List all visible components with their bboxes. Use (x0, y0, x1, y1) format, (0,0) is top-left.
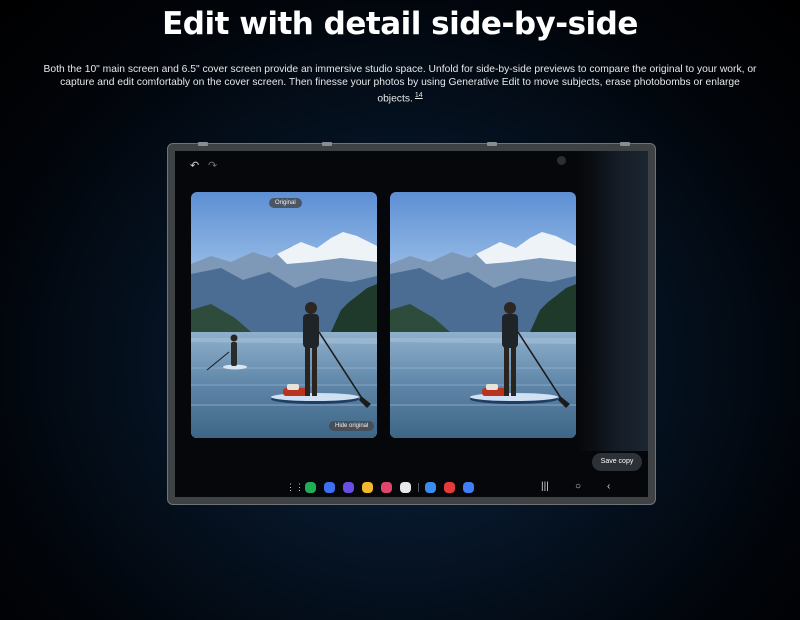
cloud-app-icon[interactable] (463, 482, 474, 493)
phone-app-icon[interactable] (305, 482, 316, 493)
save-copy-button[interactable]: Save copy (592, 453, 642, 471)
taskbar: ⋮⋮⋮ ||| ○ ‹ (175, 478, 648, 497)
messages-app-icon[interactable] (324, 482, 335, 493)
taskbar-divider (418, 483, 419, 492)
gallery-app-icon[interactable] (381, 482, 392, 493)
device-hinge-notch (322, 142, 332, 146)
description-text: Both the 10" main screen and 6.5" cover … (40, 63, 760, 105)
home-icon[interactable]: ○ (575, 481, 581, 492)
browser-app-icon[interactable] (343, 482, 354, 493)
side-panel (578, 151, 648, 451)
files-app-icon[interactable] (362, 482, 373, 493)
back-icon[interactable]: ‹ (607, 481, 610, 492)
original-photo-preview[interactable]: Original Hide original (191, 192, 377, 438)
dex-app-icon[interactable] (425, 482, 436, 493)
foldable-device: ↶ ↷ Original Hide original Save copy ⋮⋮⋮ (167, 142, 656, 505)
edited-photo-preview[interactable] (390, 192, 576, 438)
camera-cutout (557, 156, 566, 165)
footnote-link[interactable]: 14 (415, 92, 423, 99)
device-screen: ↶ ↷ Original Hide original Save copy ⋮⋮⋮ (175, 151, 648, 497)
original-badge: Original (269, 198, 302, 208)
recents-icon[interactable]: ||| (541, 481, 549, 492)
notes-app-icon[interactable] (444, 482, 455, 493)
device-hinge-notch (620, 142, 630, 146)
device-hinge-notch (198, 142, 208, 146)
camera-app-icon[interactable] (400, 482, 411, 493)
redo-icon[interactable]: ↷ (208, 159, 217, 172)
undo-icon[interactable]: ↶ (190, 159, 199, 172)
hide-original-button[interactable]: Hide original (329, 421, 375, 431)
description-body: Both the 10" main screen and 6.5" cover … (43, 64, 757, 105)
device-hinge-notch (487, 142, 497, 146)
paddleboard-photo (191, 192, 377, 438)
page-headline: Edit with detail side-by-side (162, 6, 638, 42)
paddleboard-photo-edited (390, 192, 576, 438)
